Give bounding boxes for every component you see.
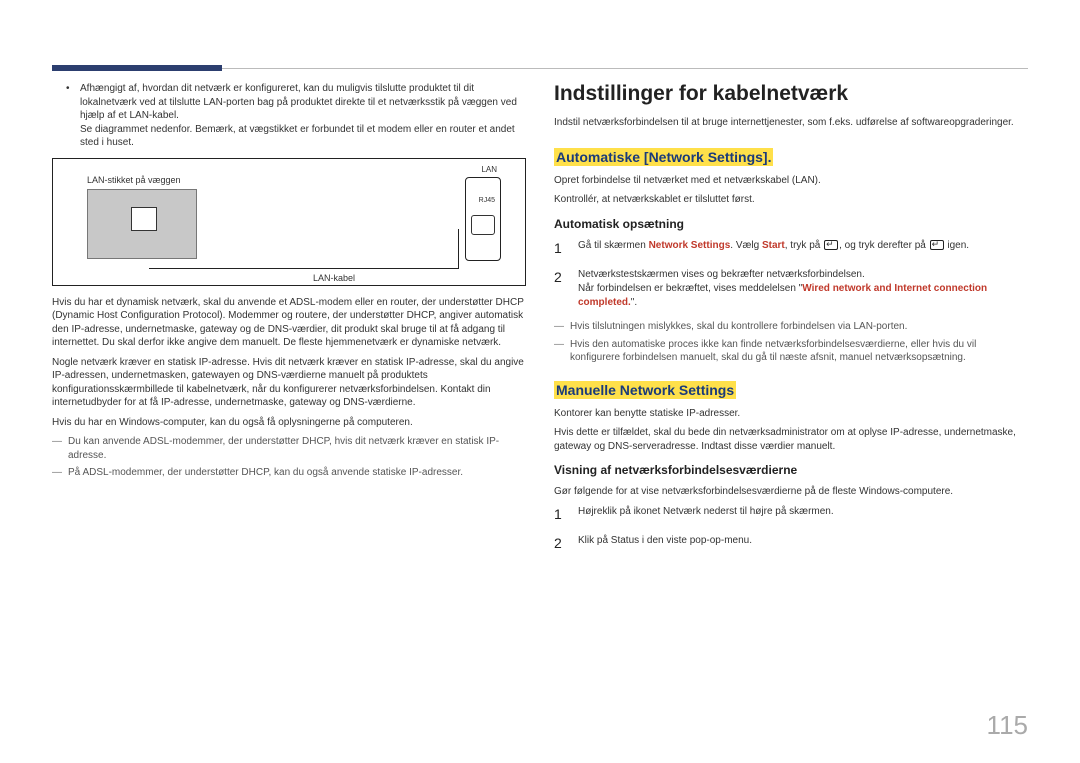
paragraph: Hvis dette er tilfældet, skal du bede di… [554, 426, 1028, 453]
note-item: Hvis den automatiske proces ikke kan fin… [554, 338, 1028, 365]
modem-lan-label: LAN [481, 165, 497, 174]
page-number: 115 [987, 710, 1028, 741]
auto-setup-steps: 1 Gå til skærmen Network Settings. Vælg … [554, 239, 1028, 311]
lan-cable-line [149, 229, 459, 269]
paragraph: Hvis du har et dynamisk netværk, skal du… [52, 296, 526, 350]
lan-cable-label: LAN-kabel [313, 273, 355, 283]
step-number: 2 [554, 534, 568, 554]
ui-term: Network Settings [649, 240, 731, 251]
step-text: Klik på Status i den viste pop-op-menu. [578, 534, 752, 554]
note-item: På ADSL-modemmer, der understøtter DHCP,… [52, 466, 526, 480]
paragraph: Kontrollér, at netværkskablet er tilslut… [554, 193, 1028, 207]
step-item: 2 Klik på Status i den viste pop-op-menu… [554, 534, 1028, 554]
step-number: 1 [554, 239, 568, 259]
rj45-port-icon [471, 215, 495, 235]
step-item: 1 Gå til skærmen Network Settings. Vælg … [554, 239, 1028, 259]
subsection-heading: Visning af netværksforbindelsesværdierne [554, 463, 1028, 477]
intro-bullet-list: Afhængigt af, hvordan dit netværk er kon… [66, 82, 526, 150]
paragraph: Kontorer kan benytte statiske IP-adresse… [554, 407, 1028, 421]
ui-term: Start [762, 240, 785, 251]
paragraph: Gør følgende for at vise netværksforbind… [554, 485, 1028, 499]
two-column-layout: Afhængigt af, hvordan dit netværk er kon… [52, 82, 1028, 564]
enter-key-icon [824, 240, 838, 250]
note-item: Du kan anvende ADSL-modemmer, der unders… [52, 435, 526, 462]
subsection-heading: Automatisk opsætning [554, 217, 1028, 231]
step-text: Højreklik på ikonet Netværk nederst til … [578, 505, 834, 525]
header-accent-bar [52, 65, 222, 71]
wall-jack-icon [131, 207, 157, 231]
bullet-subtext: Se diagrammet nedenfor. Bemærk, at vægst… [80, 124, 515, 149]
bullet-text: Afhængigt af, hvordan dit netværk er kon… [80, 83, 517, 121]
paragraph: Opret forbindelse til netværket med et n… [554, 174, 1028, 188]
intro-paragraph: Indstil netværksforbindelsen til at brug… [554, 116, 1028, 130]
paragraph: Hvis du har en Windows-computer, kan du … [52, 416, 526, 430]
note-item: Hvis tilslutningen mislykkes, skal du ko… [554, 320, 1028, 334]
step-item: 2 Netværkstestskærmen vises og bekræfter… [554, 268, 1028, 310]
view-values-steps: 1 Højreklik på ikonet Netværk nederst ti… [554, 505, 1028, 554]
enter-key-icon [930, 240, 944, 250]
step-text: Netværkstestskærmen vises og bekræfter n… [578, 268, 1028, 310]
section-heading-auto: Automatiske [Network Settings]. [554, 148, 773, 166]
page-title: Indstillinger for kabelnetværk [554, 82, 1028, 106]
left-column: Afhængigt af, hvordan dit netværk er kon… [52, 82, 526, 564]
section-heading-manual: Manuelle Network Settings [554, 381, 736, 399]
wall-socket-label: LAN-stikket på væggen [87, 175, 181, 185]
step-number: 1 [554, 505, 568, 525]
rj45-label: RJ45 [479, 197, 495, 204]
wiring-diagram: LAN-stikket på væggen LAN-kabel LAN RJ45 [52, 158, 526, 286]
step-text: Gå til skærmen Network Settings. Vælg St… [578, 239, 969, 259]
paragraph: Nogle netværk kræver en statisk IP-adres… [52, 356, 526, 410]
right-column: Indstillinger for kabelnetværk Indstil n… [554, 82, 1028, 564]
bullet-item: Afhængigt af, hvordan dit netværk er kon… [66, 82, 526, 150]
step-number: 2 [554, 268, 568, 310]
step-item: 1 Højreklik på ikonet Netværk nederst ti… [554, 505, 1028, 525]
